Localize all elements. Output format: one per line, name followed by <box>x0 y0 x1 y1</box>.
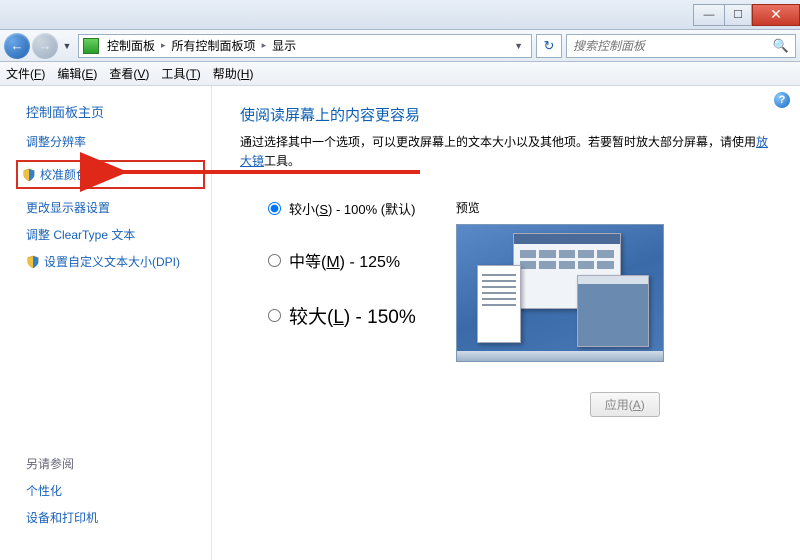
address-dropdown-icon[interactable]: ▼ <box>510 41 527 51</box>
preview-label: 预览 <box>456 199 664 216</box>
control-panel-icon <box>83 38 99 54</box>
search-box[interactable]: 🔍 <box>566 34 796 58</box>
page-description: 通过选择其中一个选项，可以更改屏幕上的文本大小以及其他项。若要暂时放大部分屏幕，… <box>240 133 772 171</box>
sidebar: 控制面板主页 调整分辨率 校准颜色 更改显示器设置 调整 ClearType 文… <box>0 86 212 560</box>
option-larger[interactable]: 较大(L) - 150% <box>268 302 416 329</box>
sidebar-link-display-settings[interactable]: 更改显示器设置 <box>26 199 203 216</box>
control-panel-home-link[interactable]: 控制面板主页 <box>26 102 203 121</box>
page-title: 使阅读屏幕上的内容更容易 <box>240 104 772 125</box>
preview-section: 预览 应用(A) <box>456 199 664 417</box>
menu-file[interactable]: 文件(F) <box>6 65 45 82</box>
radio-medium[interactable] <box>268 254 281 267</box>
menu-bar: 文件(F) 编辑(E) 查看(V) 工具(T) 帮助(H) <box>0 62 800 86</box>
main-content: ? 使阅读屏幕上的内容更容易 通过选择其中一个选项，可以更改屏幕上的文本大小以及… <box>212 86 800 560</box>
breadcrumb[interactable]: 控制面板 <box>105 37 157 54</box>
maximize-button[interactable]: ☐ <box>724 4 752 26</box>
refresh-button[interactable]: ↻ <box>536 34 562 58</box>
menu-help[interactable]: 帮助(H) <box>213 65 254 82</box>
menu-tools[interactable]: 工具(T) <box>161 65 200 82</box>
nav-bar: ← → ▼ 控制面板 ▸ 所有控制面板项 ▸ 显示 ▼ ↻ 🔍 <box>0 30 800 62</box>
title-bar: — ☐ ✕ <box>0 0 800 30</box>
breadcrumb-sep-icon: ▸ <box>157 40 170 51</box>
radio-larger[interactable] <box>268 309 281 322</box>
content-body: 控制面板主页 调整分辨率 校准颜色 更改显示器设置 调整 ClearType 文… <box>0 86 800 560</box>
shield-icon <box>26 255 40 269</box>
radio-smaller[interactable] <box>268 202 281 215</box>
minimize-button[interactable]: — <box>693 4 725 26</box>
search-input[interactable] <box>573 39 773 53</box>
address-bar[interactable]: 控制面板 ▸ 所有控制面板项 ▸ 显示 ▼ <box>78 34 532 58</box>
search-icon[interactable]: 🔍 <box>773 38 789 54</box>
close-button[interactable]: ✕ <box>752 4 800 26</box>
see-also-devices[interactable]: 设备和打印机 <box>26 509 203 526</box>
see-also-section: 另请参阅 个性化 设备和打印机 <box>8 455 203 552</box>
nav-buttons: ← → ▼ <box>4 33 74 59</box>
breadcrumb[interactable]: 所有控制面板项 <box>170 37 258 54</box>
help-icon[interactable]: ? <box>774 92 790 108</box>
breadcrumb[interactable]: 显示 <box>270 37 298 54</box>
sidebar-link-calibrate-color[interactable]: 校准颜色 <box>16 160 205 189</box>
sidebar-link-resolution[interactable]: 调整分辨率 <box>26 133 203 150</box>
forward-button[interactable]: → <box>32 33 58 59</box>
option-medium[interactable]: 中等(M) - 125% <box>268 248 416 272</box>
sidebar-link-custom-dpi[interactable]: 设置自定义文本大小(DPI) <box>26 253 203 270</box>
window-buttons: — ☐ ✕ <box>694 4 800 26</box>
see-also-heading: 另请参阅 <box>26 455 203 472</box>
preview-image <box>456 224 664 362</box>
size-options: 较小(S) - 100% (默认) 中等(M) - 125% 较大(L) - 1… <box>240 199 416 417</box>
breadcrumb-sep-icon: ▸ <box>258 40 271 51</box>
menu-view[interactable]: 查看(V) <box>109 65 149 82</box>
option-smaller[interactable]: 较小(S) - 100% (默认) <box>268 199 416 218</box>
see-also-personalization[interactable]: 个性化 <box>26 482 203 499</box>
menu-edit[interactable]: 编辑(E) <box>57 65 97 82</box>
apply-button[interactable]: 应用(A) <box>590 392 660 417</box>
sidebar-link-cleartype[interactable]: 调整 ClearType 文本 <box>26 226 203 243</box>
shield-icon <box>22 168 36 182</box>
nav-history-dropdown[interactable]: ▼ <box>60 33 74 59</box>
back-button[interactable]: ← <box>4 33 30 59</box>
